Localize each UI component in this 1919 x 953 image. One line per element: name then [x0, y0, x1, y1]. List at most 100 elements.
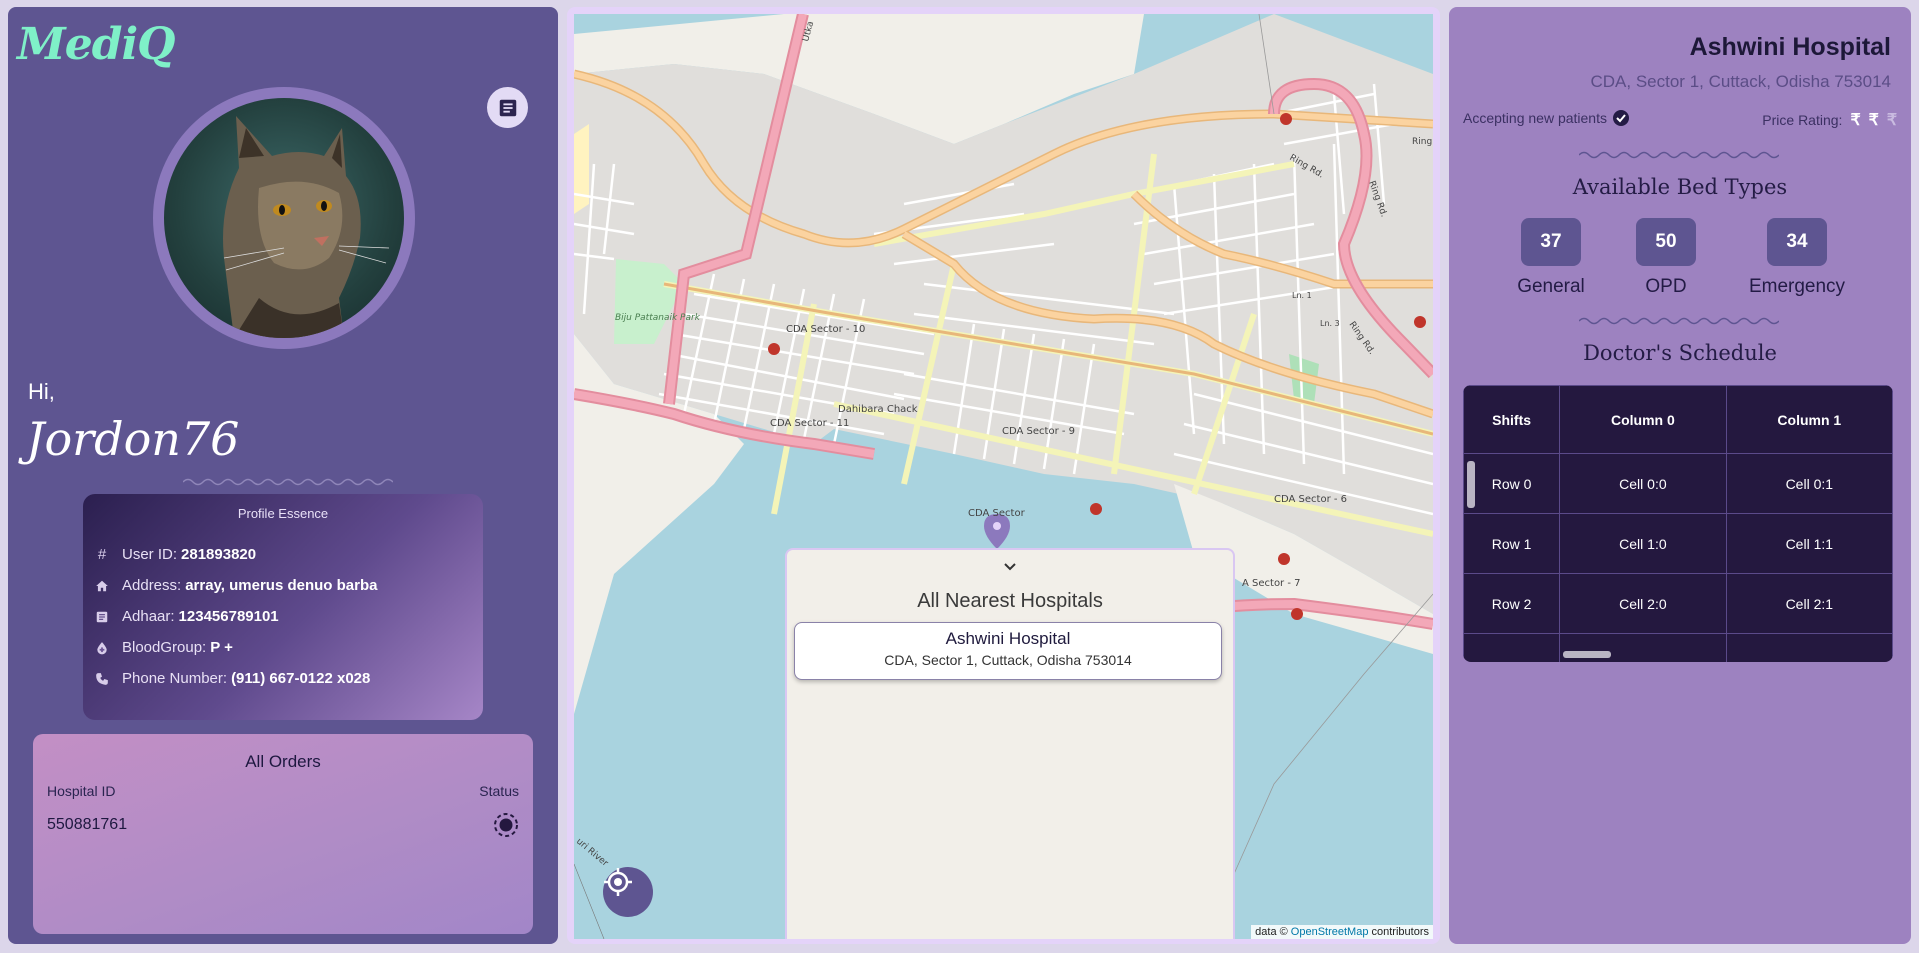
bed-count: 37 [1521, 218, 1581, 266]
column-status: Status [479, 783, 519, 799]
field-value: array, umerus denuo barba [185, 577, 378, 594]
profile-panel: MediQ Hi, Jordon76 Profile Essence # Use… [8, 7, 558, 944]
orders-title: All Orders [245, 752, 321, 771]
nearest-hospitals-drawer: All Nearest Hospitals Ashwini Hospital C… [785, 548, 1235, 939]
price-label: Price Rating: [1762, 112, 1843, 128]
table-row: Row 2 Cell 2:0 Cell 2:1 [1463, 573, 1893, 634]
map-view[interactable]: CDA Sector - 10 CDA Sector - 11 Dahibara… [574, 14, 1433, 939]
order-row[interactable]: 550881761 [47, 812, 519, 838]
map-label: CDA Sector [968, 508, 1026, 519]
table-row: Row 0 Cell 0:0 Cell 0:1 [1463, 453, 1893, 514]
field-value: P + [210, 639, 233, 656]
field-label: Adhaar: [122, 608, 175, 625]
field-user-id: # User ID: 281893820 [94, 546, 256, 563]
bed-general: 37 General [1506, 218, 1596, 298]
crosshair-icon [604, 868, 632, 896]
orders-card: All Orders Hospital ID Status 550881761 [33, 734, 533, 934]
blood-drop-icon [94, 640, 110, 656]
openstreetmap-link[interactable]: OpenStreetMap [1291, 926, 1369, 938]
field-label: BloodGroup: [122, 639, 207, 656]
map-attribution: data © OpenStreetMap contributors [1251, 925, 1433, 939]
table-cell [1463, 633, 1561, 662]
doctor-schedule-table[interactable]: Shifts Column 0 Column 1 Row 0 Cell 0:0 … [1463, 385, 1893, 662]
document-icon [499, 99, 516, 116]
table-row: Row 1 Cell 1:0 Cell 1:1 [1463, 513, 1893, 574]
column-hospital-id: Hospital ID [47, 783, 116, 799]
wavy-divider [183, 478, 393, 486]
field-blood-group: BloodGroup: P + [94, 639, 233, 656]
phone-icon [94, 671, 110, 687]
table-header: Shifts [1463, 385, 1561, 454]
table-cell: Cell 1:0 [1559, 513, 1727, 574]
field-adhaar: Adhaar: 123456789101 [94, 608, 279, 625]
table-header: Column 0 [1559, 385, 1727, 454]
profile-essence-title: Profile Essence [237, 506, 329, 521]
bed-label: Emergency [1748, 276, 1846, 297]
hash-icon: # [97, 546, 107, 563]
hospital-address: CDA, Sector 1, Cuttack, Odisha 753014 [1590, 72, 1892, 91]
home-icon [94, 578, 110, 594]
chevron-down-icon[interactable] [1003, 562, 1017, 572]
app-root: MediQ Hi, Jordon76 Profile Essence # Use… [0, 0, 1919, 953]
wavy-divider [1579, 317, 1779, 325]
schedule-title: Doctor's Schedule [1583, 341, 1777, 365]
table-header-row: Shifts Column 0 Column 1 [1463, 385, 1893, 454]
table-cell: Cell 1:1 [1725, 513, 1893, 574]
table-cell: Cell 0:1 [1725, 453, 1893, 514]
username: Jordon76 [26, 412, 240, 466]
document-icon [94, 609, 110, 625]
orders-header: Hospital ID Status [47, 783, 519, 799]
attribution-prefix: data © [1255, 926, 1288, 938]
vertical-scrollbar[interactable] [1467, 461, 1475, 508]
avatar-frame [153, 87, 415, 349]
bed-label: General [1517, 276, 1585, 297]
bed-count: 50 [1636, 218, 1696, 266]
field-label: Address: [122, 577, 182, 594]
drawer-title: All Nearest Hospitals [917, 590, 1103, 612]
table-cell: Row 1 [1463, 513, 1561, 574]
locate-me-button[interactable] [603, 867, 653, 917]
wavy-divider [1579, 151, 1779, 159]
avatar[interactable] [164, 98, 404, 338]
map-label: CDA Sector - 10 [786, 324, 865, 335]
table-cell: Cell 2:0 [1559, 573, 1727, 634]
table-cell: Row 2 [1463, 573, 1561, 634]
hospital-list-item[interactable]: Ashwini Hospital CDA, Sector 1, Cuttack,… [794, 622, 1222, 680]
hospital-list-address: CDA, Sector 1, Cuttack, Odisha 753014 [884, 652, 1132, 668]
app-logo[interactable]: MediQ [17, 19, 176, 70]
check-circle-icon [1612, 110, 1629, 126]
map-label: Biju Pattanaik Park [615, 313, 701, 323]
table-row [1463, 633, 1893, 662]
field-label: User ID: [122, 546, 178, 563]
attribution-suffix: contributors [1371, 926, 1429, 938]
hospital-list-name: Ashwini Hospital [945, 629, 1071, 648]
pending-status-icon [494, 813, 518, 837]
greeting: Hi, [28, 379, 55, 404]
map-label: Dahibara Chack [838, 404, 918, 415]
map-label: CDA Sector - 6 [1274, 494, 1347, 505]
bed-types-title: Available Bed Types [1572, 175, 1788, 199]
bed-count: 34 [1767, 218, 1827, 266]
table-header: Column 1 [1725, 385, 1893, 454]
accepting-label: Accepting new patients [1463, 110, 1607, 126]
map-label: Ln. 1 [1292, 291, 1312, 300]
map-label: A Sector - 7 [1242, 578, 1301, 589]
field-label: Phone Number: [122, 670, 228, 687]
field-address: Address: array, umerus denuo barba [94, 577, 378, 594]
bed-opd: 50 OPD [1621, 218, 1711, 298]
table-cell: Cell 0:0 [1559, 453, 1727, 514]
map-label: Ln. 3 [1320, 319, 1340, 328]
profile-essence-card: Profile Essence # User ID: 281893820 Add… [83, 494, 483, 720]
notes-button[interactable] [487, 87, 528, 128]
map-label: CDA Sector - 9 [1002, 426, 1075, 437]
bed-emergency: 34 Emergency [1732, 218, 1862, 298]
horizontal-scrollbar[interactable] [1563, 651, 1611, 658]
map-label: Ring [1412, 137, 1432, 147]
hospital-name: Ashwini Hospital [1689, 33, 1891, 61]
map-label: CDA Sector - 11 [770, 418, 849, 429]
map-frame: CDA Sector - 10 CDA Sector - 11 Dahibara… [567, 7, 1440, 944]
accepting-status: Accepting new patients [1463, 110, 1629, 126]
rupee-icon: ₹ [1850, 112, 1861, 129]
hospital-detail-panel: Ashwini Hospital CDA, Sector 1, Cuttack,… [1449, 7, 1911, 944]
bed-label: OPD [1645, 276, 1687, 297]
